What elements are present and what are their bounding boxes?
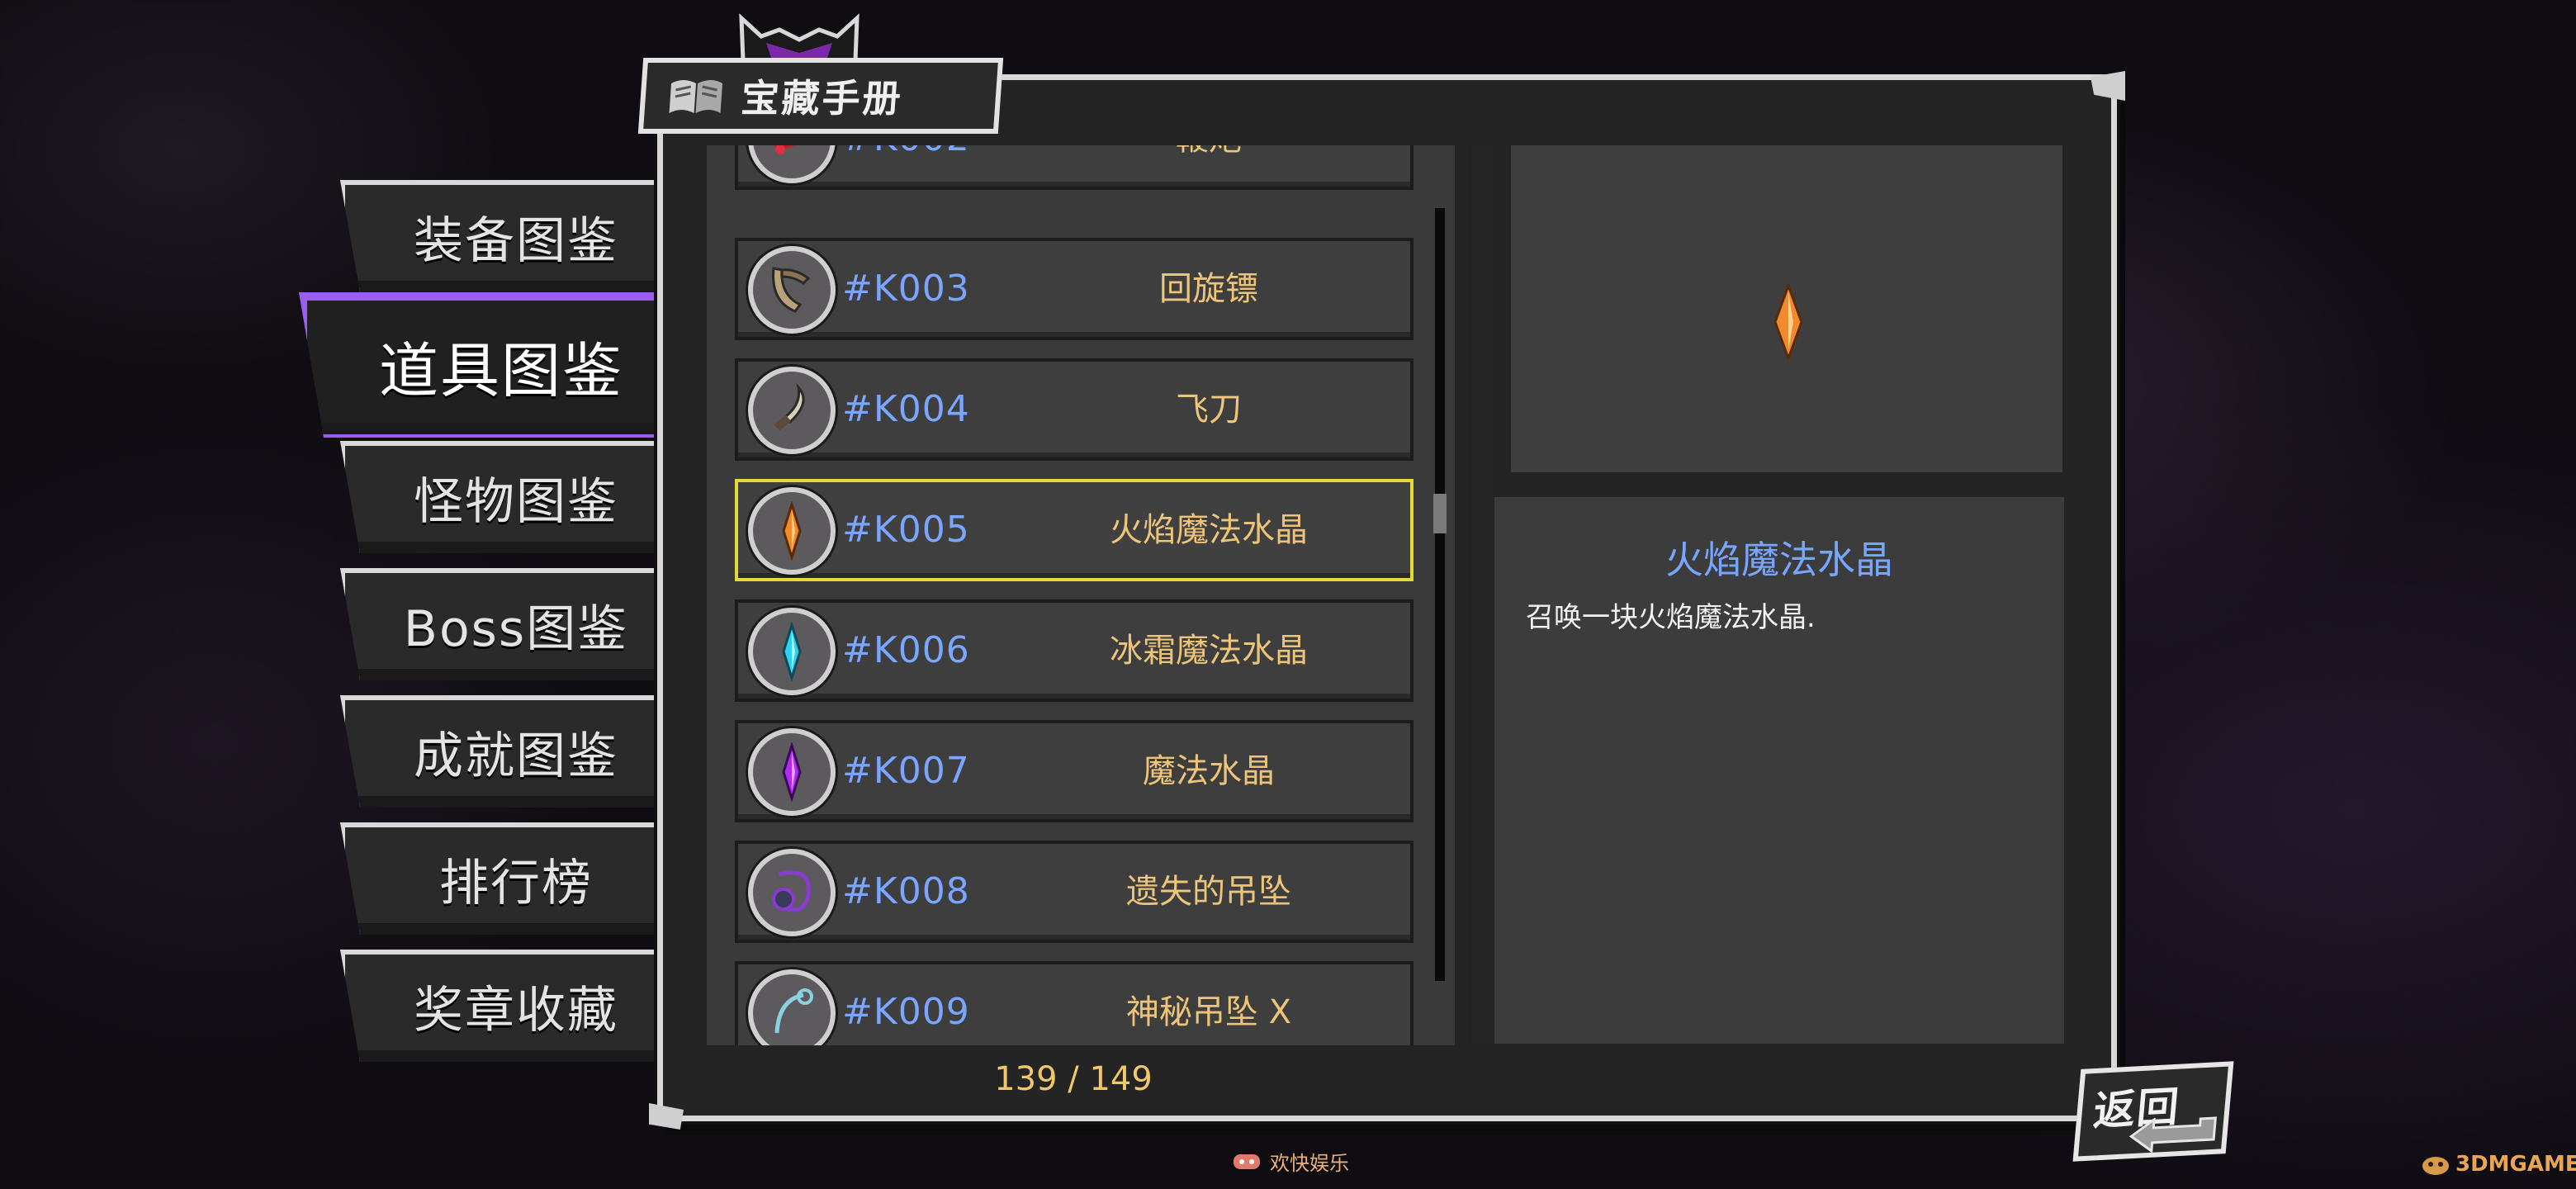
pendant-icon [772,870,811,912]
watermark-right: 3DMGAME [2419,1151,2576,1177]
list-item[interactable]: #K002 鞭炮 [735,145,1413,190]
tab-label: 成就图鉴 [414,727,618,785]
fire-crystal-icon [1773,284,1803,360]
item-name: 遗失的吊坠 [1126,873,1291,911]
tab-label: 排行榜 [439,854,593,912]
watermark-center: 欢快娱乐 [1229,1144,1349,1177]
gamepad-hand-icon [1234,1154,1260,1169]
list-item[interactable]: #K006 冰霜魔法水晶 [735,599,1413,702]
list-scrollbar-thumb[interactable] [1433,494,1447,533]
list-scrollbar[interactable] [1435,208,1445,981]
page-title-plate: 宝藏手册 [637,58,1004,134]
item-code: #K005 [842,509,970,551]
item-code: #K008 [842,870,970,912]
item-icon-frame [748,728,836,816]
item-icon-frame [748,849,836,936]
item-icon-frame [748,969,836,1045]
item-name: 神秘吊坠 X [1125,993,1292,1031]
collection-counter: 139 / 149 [994,1060,1153,1098]
mystery-pendant-icon [774,988,813,1034]
book-icon [669,80,723,113]
tab-monster-codex[interactable]: 怪物图鉴 [340,441,654,553]
tab-boss-codex[interactable]: Boss图鉴 [340,568,654,680]
item-code: #K007 [842,750,970,792]
detail-image-panel [1511,145,2062,472]
list-item-selected[interactable]: #K005 火焰魔法水晶 [735,479,1413,581]
list-item[interactable]: #K009 神秘吊坠 X [735,961,1413,1045]
tab-label: 道具图鉴 [378,335,623,405]
item-code: #K009 [842,991,970,1033]
list-item[interactable]: #K003 回旋镖 [735,238,1413,340]
item-list[interactable]: #K002 鞭炮 #K003 回旋镖 #K004 飞刀 # [707,145,1455,1045]
list-item[interactable]: #K004 飞刀 [735,358,1413,461]
boomerang-icon [772,267,811,313]
item-name: 魔法水晶 [1143,752,1275,790]
detail-description: 召唤一块火焰魔法水晶. [1526,601,1816,634]
fire-crystal-icon [782,501,802,561]
return-arrow-icon [2129,1116,2218,1153]
item-name: 飞刀 [1176,391,1242,429]
item-code: #K004 [842,388,970,430]
tab-label: Boss图鉴 [403,599,629,658]
list-item[interactable]: #K008 遗失的吊坠 [735,841,1413,943]
list-item[interactable]: #K007 魔法水晶 [735,720,1413,822]
frost-crystal-icon [782,622,802,681]
item-icon-frame [748,487,836,575]
tab-achievement-codex[interactable]: 成就图鉴 [340,695,654,808]
item-name: 冰霜魔法水晶 [1110,632,1308,670]
tab-label: 奖章收藏 [414,981,618,1040]
3dm-logo-icon [2422,1157,2449,1175]
item-name: 回旋镖 [1159,270,1258,308]
detail-title: 火焰魔法水晶 [1665,538,1893,582]
tab-leaderboard[interactable]: 排行榜 [340,822,654,935]
watermark-center-text: 欢快娱乐 [1270,1151,1349,1175]
item-name: 鞭炮 [1011,145,1407,187]
firecracker-icon [774,145,810,154]
throwing-knife-icon [774,382,805,431]
item-code: #K006 [842,629,970,671]
page-title: 宝藏手册 [739,76,905,121]
item-icon-frame [748,246,836,334]
item-icon-frame [748,367,836,454]
tab-equipment-codex[interactable]: 装备图鉴 [340,180,654,292]
item-icon-frame [748,145,836,183]
tab-label: 怪物图鉴 [414,472,618,531]
item-code: #K003 [842,268,970,310]
item-icon-frame [748,608,836,695]
detail-info-panel: 火焰魔法水晶 召唤一块火焰魔法水晶. [1494,497,2064,1044]
watermark-right-text: 3DMGAME [2455,1152,2576,1177]
tab-medal-collection[interactable]: 奖章收藏 [340,950,654,1062]
back-button[interactable]: 返回 [2072,1061,2234,1162]
item-name: 火焰魔法水晶 [1110,511,1308,549]
tab-item-codex[interactable]: 道具图鉴 [299,292,662,438]
item-code: #K002 [842,145,970,187]
panel-divider [1471,145,1493,1045]
tab-label: 装备图鉴 [414,211,618,270]
magic-crystal-icon [782,742,802,802]
